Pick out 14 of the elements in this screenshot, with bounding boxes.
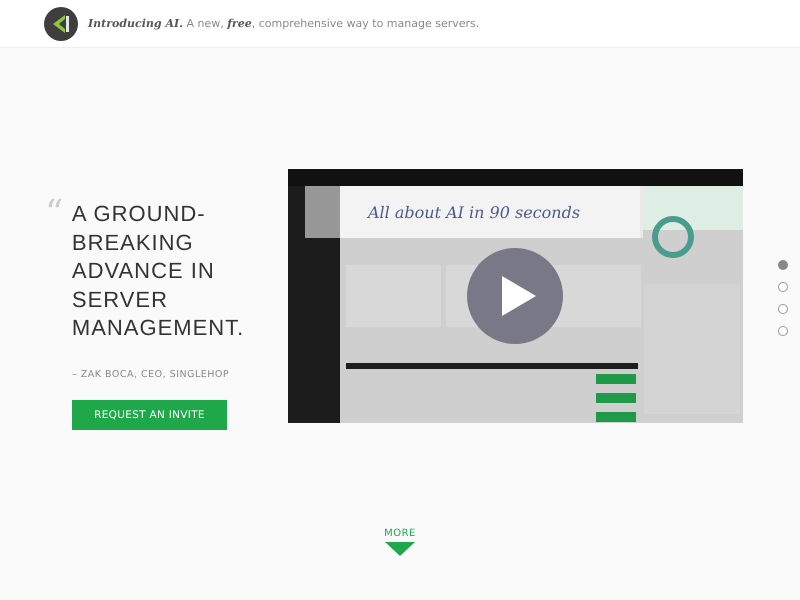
play-icon: [502, 276, 536, 316]
announcement-text: Introducing AI. A new, free, comprehensive way to manage servers.: [88, 17, 480, 30]
attribution-text: – ZAK BOCA, CEO, SINGLEHOP: [72, 368, 230, 380]
slide-dot[interactable]: [778, 260, 788, 270]
request-invite-button[interactable]: REQUEST AN INVITE: [72, 400, 227, 430]
logo-icon[interactable]: [44, 6, 78, 40]
slide-dot[interactable]: [778, 282, 788, 292]
video-title: All about AI in 90 seconds: [305, 186, 643, 238]
more-link[interactable]: MORE: [384, 528, 416, 539]
down-arrow-icon[interactable]: [385, 542, 415, 556]
slide-dot[interactable]: [778, 304, 788, 314]
quote-mark: “: [45, 200, 64, 236]
slide-dot[interactable]: [778, 326, 788, 336]
headline: A GROUND-BREAKING ADVANCE IN SERVER MANAGEMENT.: [72, 200, 246, 342]
